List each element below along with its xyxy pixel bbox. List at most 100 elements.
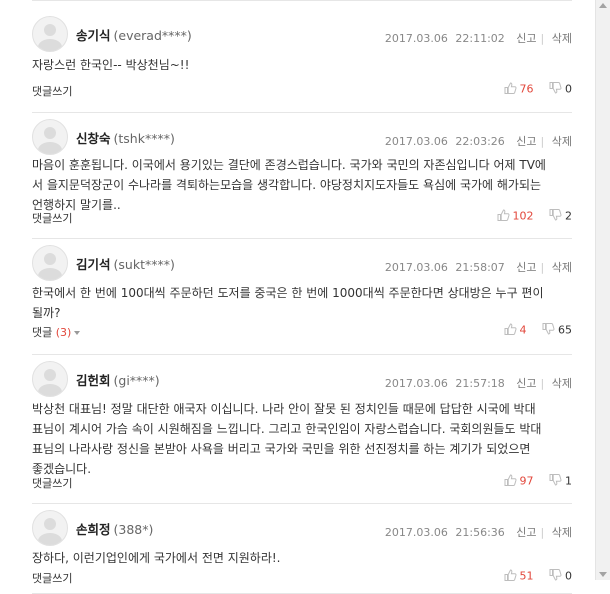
comment-text-line: 표님의 나라사랑 정신을 본받아 사욕을 버리고 국가와 국민을 위한 선진정치… [32, 442, 531, 456]
report-link[interactable]: 신고 [516, 377, 536, 390]
like-button[interactable]: 102 [497, 209, 534, 224]
author-userid: (388*) [113, 522, 154, 537]
user-avatar-icon[interactable] [32, 510, 68, 546]
user-avatar-icon[interactable] [32, 119, 68, 155]
like-button[interactable]: 76 [504, 82, 534, 97]
comment-text-line: 될까? [32, 306, 61, 320]
dislike-count: 0 [565, 569, 572, 583]
comment-date: 2017.03.06 [384, 377, 448, 390]
thumbs-down-icon [549, 569, 562, 584]
vote-controls: 4 65 [492, 323, 572, 338]
dislike-button[interactable]: 0 [549, 82, 572, 97]
author-userid: (gi****) [113, 373, 160, 388]
dislike-button[interactable]: 1 [549, 474, 572, 489]
reply-button[interactable]: 댓글쓰기 [32, 210, 72, 226]
comment-text-line: 마음이 훈훈됩니다. 이국에서 용기있는 결단에 존경스럽습니다. 국가와 국민… [32, 158, 546, 172]
like-count: 102 [512, 209, 534, 223]
delete-link[interactable]: 삭제 [552, 135, 572, 148]
thumbs-down-icon [549, 209, 562, 224]
comment-time: 21:57:18 [455, 377, 505, 390]
report-link[interactable]: 신고 [516, 135, 536, 148]
report-link[interactable]: 신고 [516, 261, 536, 274]
thumbs-down-icon [549, 82, 562, 97]
comment-meta: 2017.03.06 21:58:07 신고 | 삭제 [384, 261, 572, 274]
comment-time: 21:56:36 [455, 526, 505, 539]
chevron-down-icon [74, 331, 81, 335]
vote-controls: 97 1 [492, 474, 572, 489]
author-userid: (sukt****) [113, 257, 175, 272]
thumbs-up-icon [497, 209, 510, 224]
scroll-down-arrow-icon[interactable] [599, 572, 607, 577]
report-link[interactable]: 신고 [516, 526, 536, 539]
delete-link[interactable]: 삭제 [552, 377, 572, 390]
thumbs-up-icon [504, 474, 517, 489]
reply-label: 댓글쓰기 [32, 212, 73, 225]
comment-date: 2017.03.06 [384, 526, 448, 539]
comment-text-line: 서 을지문덕장군이 수나라를 격퇴하는모습을 생각합니다. 야당정치지도자들도 … [32, 178, 542, 192]
dislike-button[interactable]: 0 [549, 569, 572, 584]
author-name: 손희정 [76, 522, 111, 537]
thumbs-down-icon [549, 474, 562, 489]
like-count: 4 [519, 323, 527, 337]
delete-link[interactable]: 삭제 [552, 261, 572, 274]
comment-item: 김기석 (sukt****) 2017.03.06 21:58:07 신고 | 삭제… [32, 238, 572, 355]
comment-author[interactable]: 김기석 (sukt****) [76, 254, 175, 273]
dislike-count: 0 [565, 82, 572, 96]
like-button[interactable]: 51 [504, 569, 534, 584]
comment-item: 송기식 (everad****) 2017.03.06 22:11:02 신고 | … [32, 9, 572, 113]
reply-button[interactable]: 댓글쓰기 [32, 570, 72, 586]
dislike-count: 1 [565, 474, 572, 488]
delete-link[interactable]: 삭제 [552, 526, 572, 539]
vote-controls: 76 0 [492, 82, 572, 97]
comment-item: 손희정 (388*) 2017.03.06 21:56:36 신고 | 삭제 장하다… [32, 503, 572, 594]
comment-text: 박상천 대표님! 정말 대단한 애국자 이십니다. 나라 안이 잘못 된 정치인… [32, 399, 572, 479]
like-count: 97 [519, 474, 534, 488]
comment-time: 22:03:26 [455, 135, 505, 148]
thumbs-up-icon [504, 82, 517, 97]
comment-time: 22:11:02 [455, 32, 505, 45]
comment-author[interactable]: 손희정 (388*) [76, 519, 153, 538]
user-avatar-icon[interactable] [32, 245, 68, 281]
vote-controls: 102 2 [485, 209, 572, 224]
scroll-up-arrow-icon[interactable] [599, 3, 607, 8]
comment-author[interactable]: 송기식 (everad****) [76, 25, 192, 44]
thumbs-up-icon [504, 323, 517, 338]
report-link[interactable]: 신고 [516, 32, 536, 45]
comment-time: 21:58:07 [455, 261, 505, 274]
comment-item: 신창숙 (tshk****) 2017.03.06 22:03:26 신고 | 삭제… [32, 112, 572, 239]
reply-button[interactable]: 댓글 (3) [32, 324, 81, 340]
dislike-count: 65 [558, 323, 572, 337]
user-avatar-icon[interactable] [32, 16, 68, 52]
author-name: 김기석 [76, 257, 111, 272]
author-name: 김헌회 [76, 373, 111, 388]
comment-meta: 2017.03.06 21:57:18 신고 | 삭제 [384, 377, 572, 390]
comment-author[interactable]: 신창숙 (tshk****) [76, 128, 175, 147]
thumbs-down-icon [542, 323, 555, 338]
comment-meta: 2017.03.06 22:03:26 신고 | 삭제 [384, 135, 572, 148]
comment-meta: 2017.03.06 21:56:36 신고 | 삭제 [384, 526, 572, 539]
comment-text: 자랑스런 한국인-- 박상천님~!! [32, 55, 572, 75]
user-avatar-icon[interactable] [32, 361, 68, 397]
comment-date: 2017.03.06 [384, 135, 448, 148]
reply-button[interactable]: 댓글쓰기 [32, 83, 72, 99]
dislike-button[interactable]: 65 [542, 323, 572, 338]
author-name: 신창숙 [76, 131, 111, 146]
author-userid: (tshk****) [113, 131, 175, 146]
reply-button[interactable]: 댓글쓰기 [32, 475, 72, 491]
comment-date: 2017.03.06 [384, 261, 448, 274]
dislike-button[interactable]: 2 [549, 209, 572, 224]
comment-text: 마음이 훈훈됩니다. 이국에서 용기있는 결단에 존경스럽습니다. 국가와 국민… [32, 155, 572, 215]
reply-count: (3) [55, 326, 72, 339]
vertical-scrollbar[interactable] [595, 0, 610, 580]
comment-text-line: 박상천 대표님! 정말 대단한 애국자 이십니다. 나라 안이 잘못 된 정치인… [32, 402, 536, 416]
like-count: 51 [519, 569, 534, 583]
like-button[interactable]: 4 [504, 323, 527, 338]
delete-link[interactable]: 삭제 [552, 32, 572, 45]
reply-label: 댓글쓰기 [32, 572, 73, 585]
comment-item: 김헌회 (gi****) 2017.03.06 21:57:18 신고 | 삭제 박… [32, 354, 572, 504]
comment-date: 2017.03.06 [384, 32, 448, 45]
like-button[interactable]: 97 [504, 474, 534, 489]
vote-controls: 51 0 [492, 569, 572, 584]
reply-label: 댓글 [32, 326, 53, 339]
comment-author[interactable]: 김헌회 (gi****) [76, 370, 160, 389]
